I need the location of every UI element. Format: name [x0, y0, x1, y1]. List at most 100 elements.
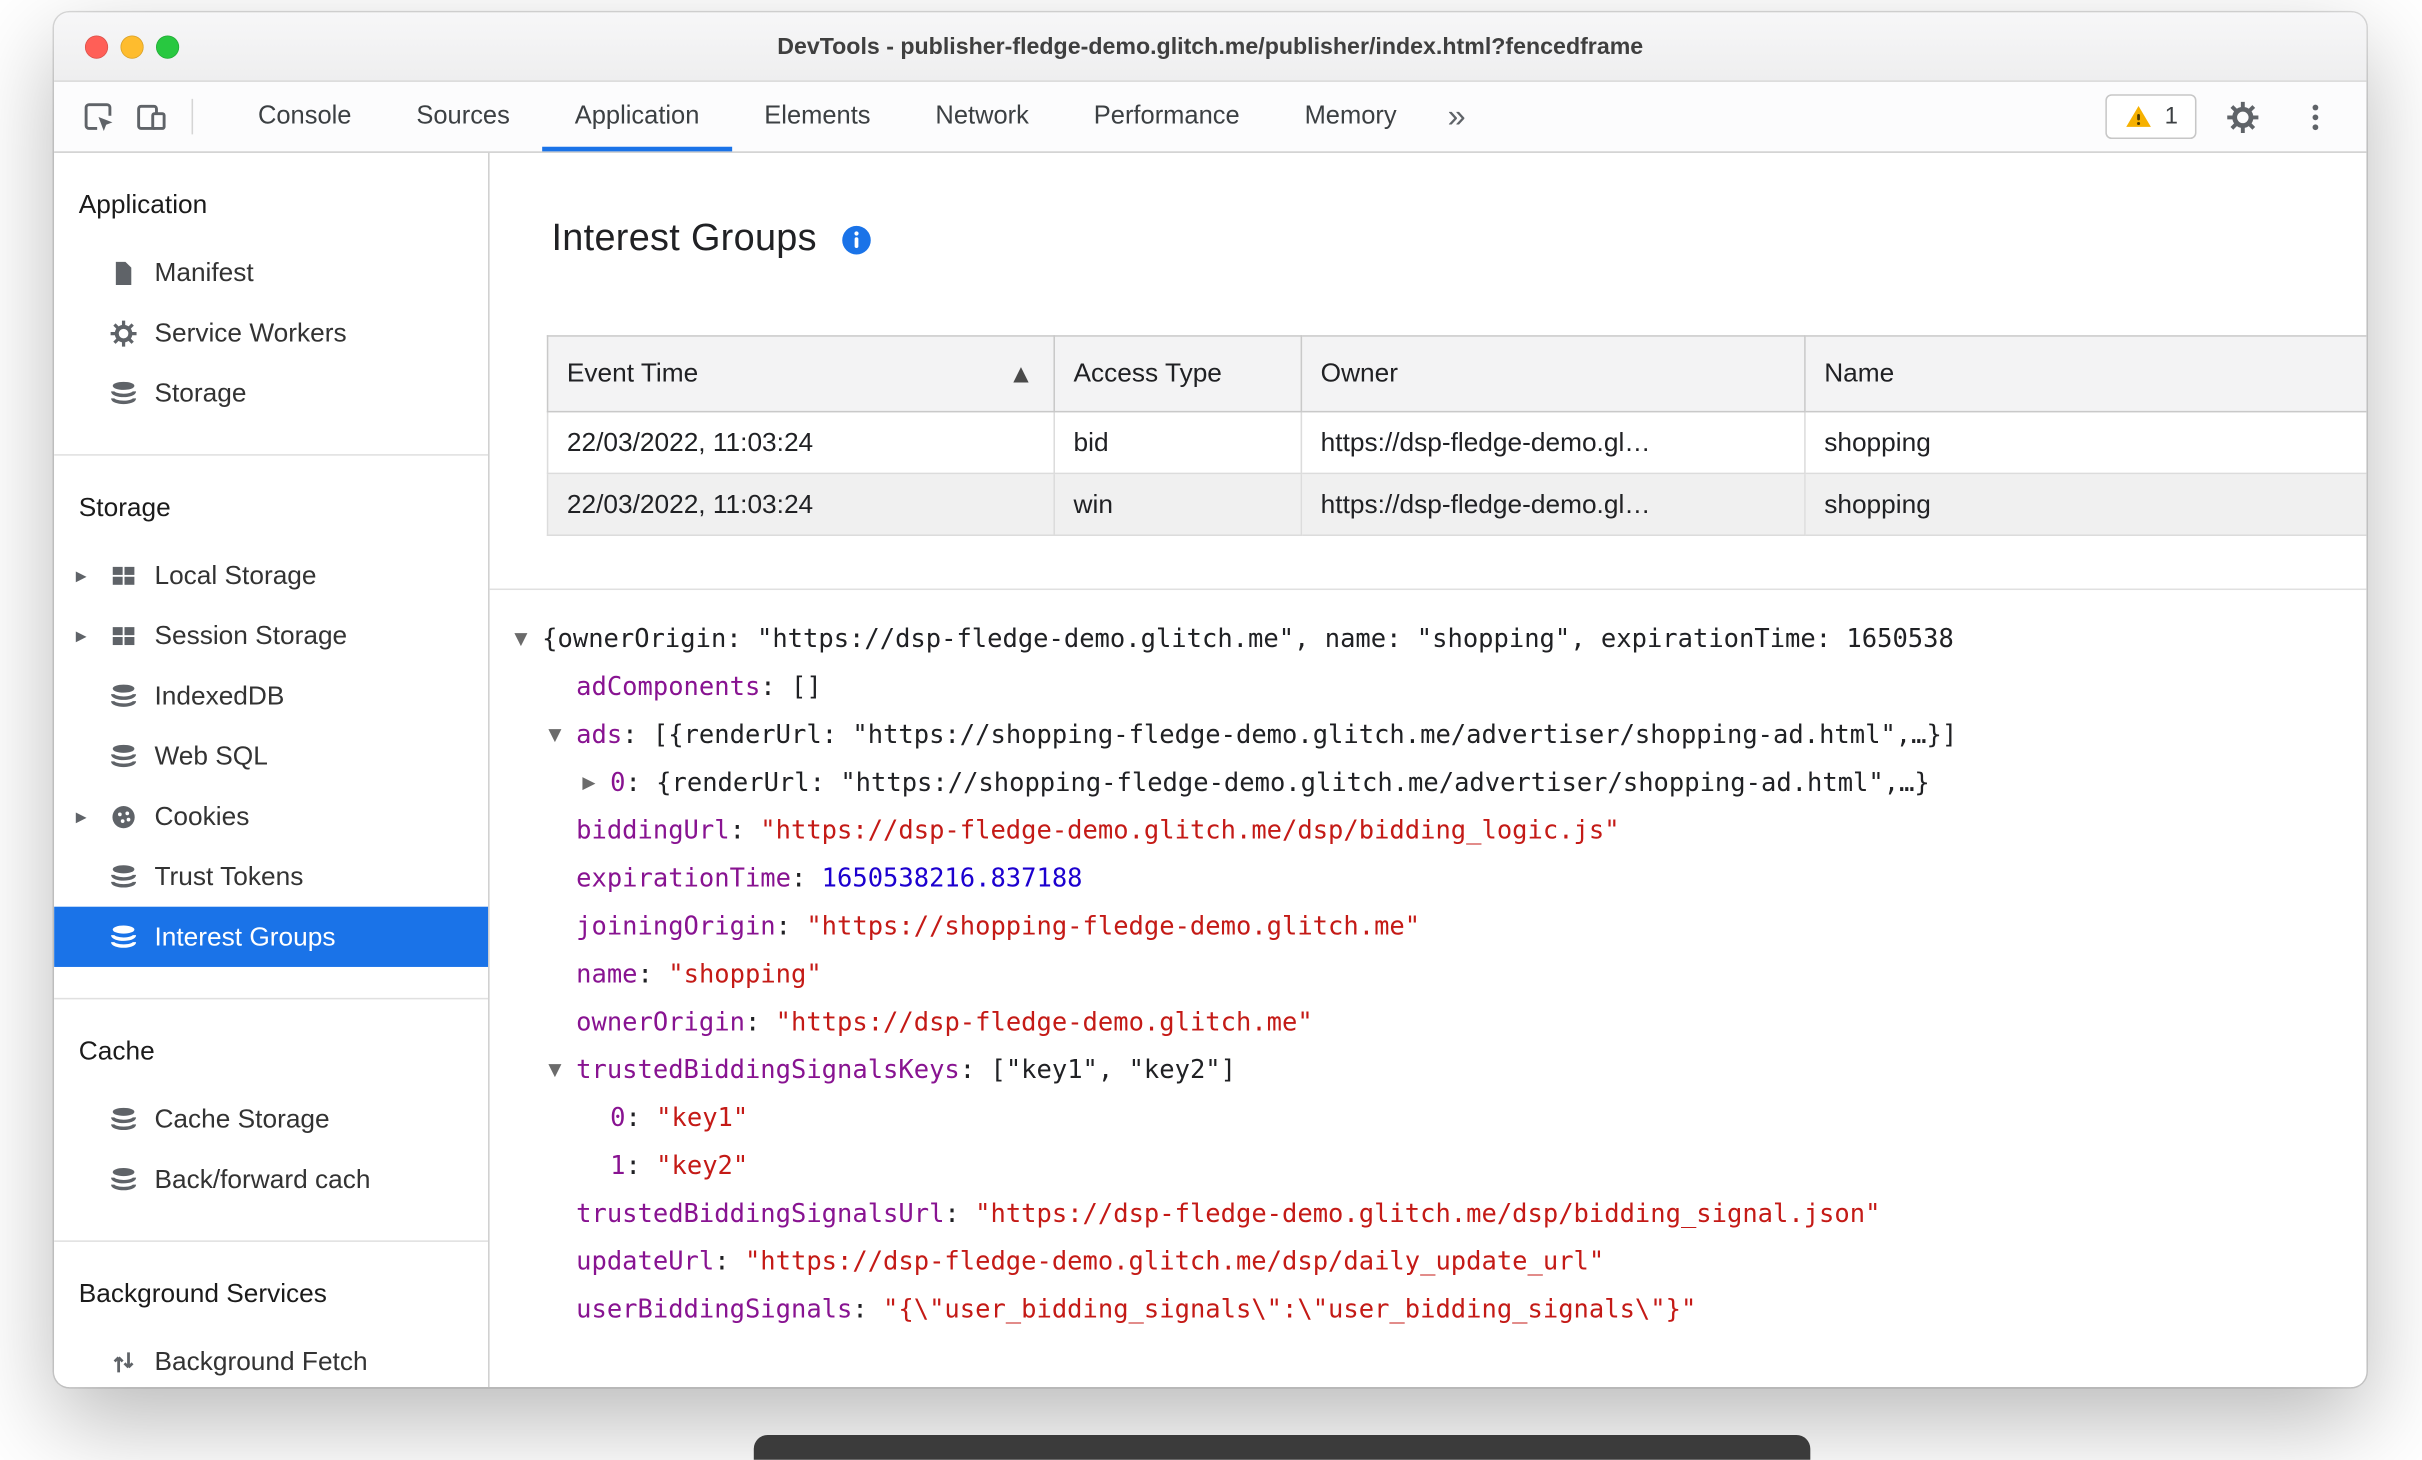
device-toolbar-button[interactable] [125, 90, 178, 143]
tree-line[interactable]: userBiddingSignals: "{\"user_bidding_sig… [514, 1285, 2366, 1333]
sidebar-item-web-sql[interactable]: Web SQL [54, 726, 488, 786]
sidebar-item-cookies[interactable]: ▸ Cookies [54, 786, 488, 846]
property-name: trustedBiddingSignalsUrl [576, 1198, 945, 1228]
sidebar-item-label: Cache Storage [154, 1103, 330, 1133]
property-value: "key2" [656, 1150, 749, 1181]
document-icon [108, 257, 154, 288]
inspect-element-button[interactable] [73, 90, 126, 143]
table-row[interactable]: 22/03/2022, 11:03:24 win https://dsp-fledg… [546, 472, 2367, 536]
property-name: 0 [610, 1102, 626, 1133]
database-icon [108, 378, 154, 409]
sidebar-item-back-forward-cach[interactable]: Back/forward cach [54, 1149, 488, 1209]
sidebar-item-session-storage[interactable]: ▸ Session Storage [54, 606, 488, 666]
column-header-event-time[interactable]: Event Time ▲ [546, 335, 1055, 413]
tab-elements[interactable]: Elements [732, 82, 903, 152]
tree-line[interactable]: ownerOrigin: "https://dsp-fledge-demo.gl… [514, 998, 2366, 1046]
tab-sources[interactable]: Sources [384, 82, 542, 152]
tree-expanded-icon[interactable]: ▼ [548, 711, 576, 759]
property-value: "https://dsp-fledge-demo.glitch.me/dsp/d… [744, 1246, 1605, 1276]
tree-line[interactable]: adComponents: [] [514, 663, 2366, 711]
devtools-toolbar: Console Sources Application Elements Network… [54, 81, 2367, 153]
tree-line[interactable]: trustedBiddingSignalsUrl: "https://dsp-f… [514, 1189, 2366, 1237]
tree-line[interactable]: expirationTime: 1650538216.837188 [514, 854, 2366, 902]
more-options-button[interactable] [2289, 90, 2342, 143]
traffic-lights [84, 12, 180, 80]
property-value: "https://dsp-fledge-demo.glitch.me/dsp/b… [760, 815, 1620, 845]
tab-network[interactable]: Network [903, 82, 1061, 152]
property-name: expirationTime [576, 863, 791, 893]
property-value: "https://dsp-fledge-demo.glitch.me/dsp/b… [975, 1198, 1881, 1228]
settings-button[interactable] [2217, 90, 2270, 143]
sidebar-section-background-services: Background Services Background Fetch [54, 1240, 489, 1387]
sidebar-item-label: Session Storage [154, 620, 348, 650]
gear-icon [2227, 101, 2259, 133]
sidebar-section-application: Application Manifest Service Workers Storag… [54, 153, 488, 454]
issues-count: 1 [2164, 102, 2178, 129]
property-value: : [760, 671, 792, 702]
column-header-name[interactable]: Name [1804, 335, 2367, 413]
tree-line[interactable]: 0: "key1" [514, 1094, 2366, 1142]
tree-line[interactable]: ▼ {ownerOrigin: "https://dsp-fledge-demo.… [514, 615, 2366, 663]
tree-line[interactable]: 1: "key2" [514, 1141, 2366, 1189]
sidebar-item-local-storage[interactable]: ▸ Local Storage [54, 545, 488, 605]
sidebar-item-background-fetch[interactable]: Background Fetch [54, 1331, 488, 1387]
tree-line[interactable]: biddingUrl: "https://dsp-fledge-demo.gli… [514, 806, 2366, 854]
expander-icon[interactable]: ▸ [76, 623, 108, 648]
tree-line[interactable]: updateUrl: "https://dsp-fledge-demo.glit… [514, 1237, 2366, 1285]
column-header-access-type[interactable]: Access Type [1053, 335, 1303, 413]
sidebar-item-manifest[interactable]: Manifest [54, 243, 488, 303]
tree-line[interactable]: ▼ trustedBiddingSignalsKeys: ["key1", "ke… [514, 1046, 2366, 1094]
tab-console[interactable]: Console [226, 82, 384, 152]
tab-application[interactable]: Application [542, 82, 732, 152]
database-icon [108, 1164, 154, 1195]
sidebar-section-storage: Storage ▸ Local Storage ▸ Session Storage Ind… [54, 454, 489, 998]
cookie-icon [108, 801, 154, 832]
property-value: "key1" [656, 1102, 749, 1133]
tree-line[interactable]: ▶ 0: {renderUrl: "https://shopping-fledge… [514, 758, 2366, 806]
zoom-button[interactable] [156, 34, 180, 58]
tree-line[interactable]: name: "shopping" [514, 950, 2366, 998]
sidebar-section-cache: Cache Cache Storage Back/forward cach [54, 997, 489, 1241]
database-icon [108, 861, 154, 892]
expander-icon[interactable]: ▸ [76, 804, 108, 829]
column-label: Access Type [1073, 358, 1222, 388]
sidebar-item-label: Back/forward cach [154, 1163, 371, 1194]
gear-icon [108, 317, 154, 348]
section-title: Background Services [78, 1278, 327, 1309]
sidebar-item-interest-groups[interactable]: Interest Groups [54, 906, 489, 967]
database-icon [108, 921, 154, 952]
info-icon[interactable] [840, 223, 872, 255]
tree-expanded-icon[interactable]: ▼ [548, 1046, 576, 1094]
sidebar-item-cache-storage[interactable]: Cache Storage [54, 1089, 488, 1149]
property-value: : [625, 767, 657, 798]
kebab-menu-icon [2312, 103, 2319, 130]
tree-line[interactable]: joiningOrigin: "https://shopping-fledge-… [514, 902, 2366, 950]
sidebar-item-service-workers[interactable]: Service Workers [54, 303, 488, 363]
more-panels-button[interactable]: » [1429, 98, 1484, 135]
sidebar-item-storage[interactable]: Storage [54, 363, 488, 423]
tree-expanded-icon[interactable]: ▼ [514, 615, 542, 663]
sidebar-item-trust-tokens[interactable]: Trust Tokens [54, 846, 488, 906]
tab-performance[interactable]: Performance [1061, 82, 1272, 152]
tree-collapsed-icon[interactable]: ▶ [582, 758, 610, 806]
tab-memory[interactable]: Memory [1272, 82, 1429, 152]
issues-badge[interactable]: 1 [2105, 94, 2197, 140]
column-header-owner[interactable]: Owner [1300, 335, 1806, 413]
column-label: Name [1824, 358, 1895, 388]
property-value: : [625, 1102, 657, 1133]
minimize-button[interactable] [120, 34, 144, 58]
panel-tabs: Console Sources Application Elements Network… [226, 82, 1430, 152]
section-title: Cache [78, 1036, 155, 1066]
property-name: adComponents [576, 671, 761, 702]
table-row[interactable]: 22/03/2022, 11:03:24 bid https://dsp-fledg… [546, 410, 2367, 475]
tree-line[interactable]: ▼ ads: [{renderUrl: "https://shopping-fle… [514, 711, 2366, 759]
expander-icon[interactable]: ▸ [76, 563, 108, 588]
cell-event-time: 22/03/2022, 11:03:24 [546, 472, 1055, 536]
sidebar-item-indexeddb[interactable]: IndexedDB [54, 666, 488, 726]
close-button[interactable] [84, 34, 109, 58]
